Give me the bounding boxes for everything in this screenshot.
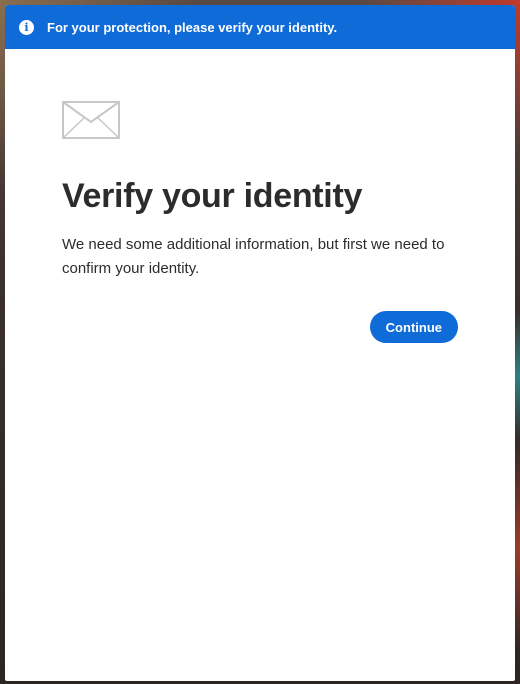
dialog-actions: Continue <box>62 311 458 343</box>
banner-message: For your protection, please verify your … <box>47 19 338 35</box>
dialog-content: Verify your identity We need some additi… <box>62 101 462 343</box>
page-title: Verify your identity <box>62 177 363 215</box>
info-icon: i <box>19 19 34 35</box>
verify-identity-dialog: i For your protection, please verify you… <box>5 5 515 681</box>
mail-envelope-icon <box>62 101 120 139</box>
description-text: We need some additional information, but… <box>62 236 445 277</box>
protection-banner: i For your protection, please verify you… <box>5 5 515 49</box>
continue-button[interactable]: Continue <box>369 311 458 343</box>
